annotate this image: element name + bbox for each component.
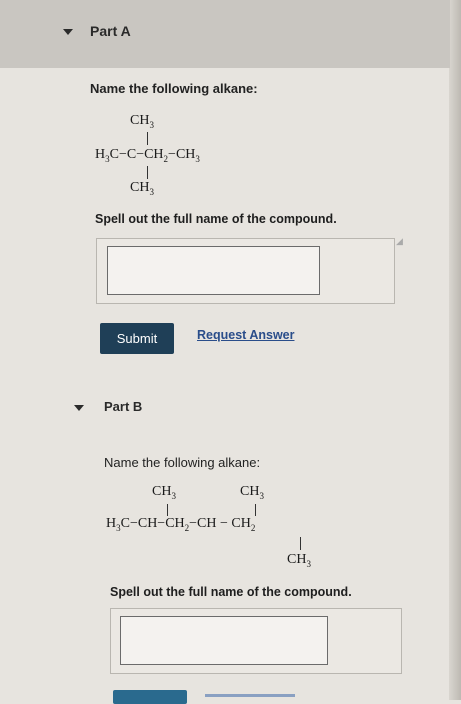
resize-handle-icon[interactable]: ◢ bbox=[396, 236, 403, 247]
structure-top-right-group: CH3 bbox=[240, 484, 264, 501]
part-b-submit-button-partial[interactable] bbox=[113, 690, 187, 704]
part-a-instruction: Spell out the full name of the compound. bbox=[95, 212, 337, 226]
structure-main-chain: H3C−C−CH2−CH3 bbox=[95, 147, 200, 164]
part-b-request-link-partial[interactable] bbox=[205, 694, 295, 697]
submit-button[interactable]: Submit bbox=[100, 323, 174, 354]
part-b-instruction: Spell out the full name of the compound. bbox=[110, 585, 352, 599]
structure-bottom-group: CH3 bbox=[130, 180, 154, 197]
request-answer-link[interactable]: Request Answer bbox=[197, 328, 294, 342]
bond-vertical-left bbox=[167, 504, 168, 516]
part-a-title: Part A bbox=[90, 23, 131, 39]
bond-vertical-bottom bbox=[147, 166, 148, 179]
part-a-header[interactable]: Part A bbox=[0, 0, 450, 68]
structure-top-group: CH3 bbox=[130, 113, 154, 130]
structure-main-chain: H3C−CH−CH2−CH − CH2 bbox=[106, 516, 256, 533]
part-b-title[interactable]: Part B bbox=[104, 399, 142, 414]
bond-vertical-bottom bbox=[300, 537, 301, 550]
part-a-prompt: Name the following alkane: bbox=[90, 81, 258, 96]
background-edge bbox=[449, 0, 461, 700]
part-a-answer-input[interactable] bbox=[107, 246, 320, 295]
part-b-answer-input[interactable] bbox=[120, 616, 328, 665]
bond-vertical-right bbox=[255, 504, 256, 516]
structure-top-left-group: CH3 bbox=[152, 484, 176, 501]
caret-down-icon[interactable] bbox=[63, 29, 73, 35]
part-b-prompt: Name the following alkane: bbox=[104, 455, 261, 470]
bond-vertical-top bbox=[147, 132, 148, 145]
structure-bottom-group: CH3 bbox=[287, 552, 311, 569]
caret-down-icon[interactable] bbox=[74, 405, 84, 411]
